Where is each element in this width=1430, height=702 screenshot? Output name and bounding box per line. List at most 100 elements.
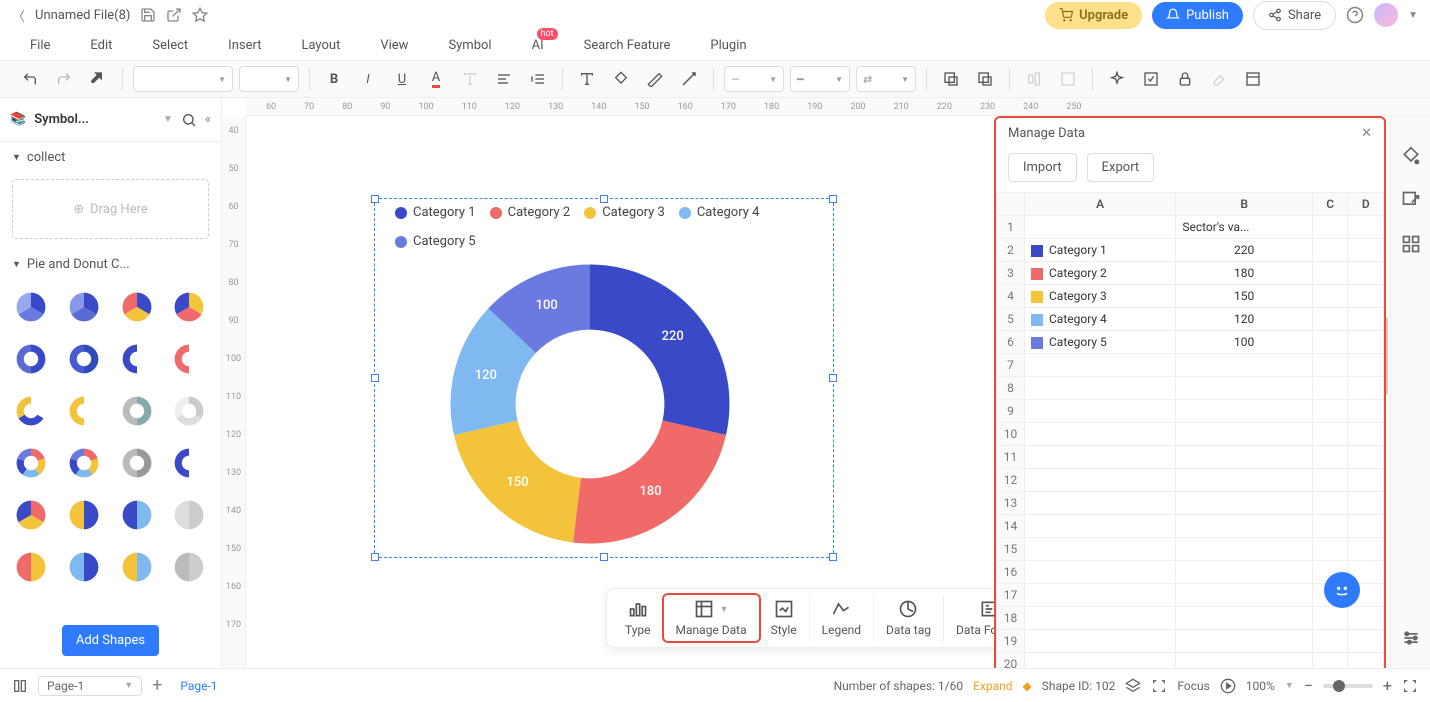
shape-thumb[interactable] [10,338,52,380]
chat-bubble-icon[interactable] [1324,572,1360,608]
shape-thumb[interactable] [116,442,158,484]
import-button[interactable]: Import [1008,153,1077,182]
resize-handle[interactable] [371,374,379,382]
ctx-manage-data[interactable]: ▼Manage Data [662,593,761,643]
ctx-style[interactable]: Style [759,595,810,641]
grid-icon[interactable] [1401,234,1421,254]
shape-thumb[interactable] [10,390,52,432]
publish-button[interactable]: Publish [1152,2,1243,29]
star-icon[interactable] [192,7,208,23]
drag-here-zone[interactable]: ⊕Drag Here [12,179,209,239]
tools-icon[interactable] [1205,65,1233,93]
resize-handle[interactable] [371,195,379,203]
sidebar-dropdown-icon[interactable]: ▼ [163,114,173,125]
shape-thumb[interactable] [10,494,52,536]
shape-thumb[interactable] [168,442,210,484]
shape-thumb[interactable] [168,494,210,536]
fill-icon[interactable] [607,65,635,93]
shape-thumb[interactable] [10,546,52,588]
focus-label[interactable]: Focus [1177,679,1209,693]
container-icon[interactable] [1239,65,1267,93]
selection-box[interactable]: Category 1Category 2Category 3Category 4… [374,198,834,558]
resize-handle[interactable] [829,195,837,203]
shape-thumb[interactable] [10,442,52,484]
resize-handle[interactable] [371,553,379,561]
ctx-data-tag[interactable]: Data tag [874,595,944,641]
shape-thumb[interactable] [63,546,105,588]
donut-chart[interactable]: 220180150120100 [435,249,745,559]
page-tab-active[interactable]: Page-1 [172,679,225,693]
menu-file[interactable]: File [30,38,50,53]
resize-handle[interactable] [829,553,837,561]
help-icon[interactable] [1346,6,1364,24]
effects-icon[interactable] [1103,65,1131,93]
ctx-type[interactable]: Type [613,595,664,641]
connector-icon[interactable] [675,65,703,93]
font-family-combo[interactable]: ▼ [133,66,233,92]
menu-edit[interactable]: Edit [90,38,112,53]
add-shapes-button[interactable]: Add Shapes [62,625,159,656]
shape-thumb[interactable] [116,546,158,588]
menu-search-feature[interactable]: Search Feature [584,38,671,53]
arrow-combo[interactable]: ⇄▼ [856,66,916,92]
menu-layout[interactable]: Layout [301,38,340,53]
export-button[interactable]: Export [1087,153,1155,182]
image-behind-icon[interactable] [937,65,965,93]
zoom-out-icon[interactable]: − [1304,676,1313,695]
underline-icon[interactable]: U [388,65,416,93]
align-objects-icon[interactable] [1020,65,1048,93]
highlight-icon[interactable] [456,65,484,93]
italic-icon[interactable]: I [354,65,382,93]
zoom-level[interactable]: 100% [1246,679,1275,693]
file-name[interactable]: Unnamed File(8) [35,8,130,23]
shape-thumb[interactable] [116,390,158,432]
page-select[interactable]: Page-1▼ [38,676,142,696]
line-style-combo[interactable]: —▼ [724,66,784,92]
shape-thumb[interactable] [116,338,158,380]
font-color-icon[interactable]: A [422,65,450,93]
shape-thumb[interactable] [168,546,210,588]
menu-insert[interactable]: Insert [228,38,261,53]
distribute-icon[interactable] [1054,65,1082,93]
shape-thumb[interactable] [116,286,158,328]
shape-thumb[interactable] [168,390,210,432]
settings-list-icon[interactable] [1401,628,1421,648]
edit-shape-icon[interactable] [1137,65,1165,93]
upgrade-button[interactable]: Upgrade [1045,2,1142,29]
line-weight-combo[interactable]: ━▼ [790,66,850,92]
align-icon[interactable] [490,65,518,93]
menu-view[interactable]: View [380,38,408,53]
diamond-icon[interactable]: ◆ [1023,679,1032,693]
collapse-sidebar-icon[interactable]: « [205,112,211,127]
redo-icon[interactable] [50,65,78,93]
shape-thumb[interactable] [63,286,105,328]
shape-thumb[interactable] [168,286,210,328]
section-pie-donut[interactable]: ▼Pie and Donut C... [0,249,221,280]
menu-ai[interactable]: AIhot [532,38,544,53]
user-menu-caret[interactable]: ▼ [1408,10,1418,21]
present-icon[interactable] [1220,678,1236,694]
shape-thumb[interactable] [63,494,105,536]
share-button[interactable]: Share [1253,1,1336,30]
line-spacing-icon[interactable] [524,65,552,93]
pages-icon[interactable] [12,678,28,694]
image-front-icon[interactable] [971,65,999,93]
ctx-legend[interactable]: Legend [810,595,874,641]
shape-thumb[interactable] [63,390,105,432]
layers-icon[interactable] [1125,678,1141,694]
section-collect[interactable]: ▼collect [0,142,221,173]
undo-icon[interactable] [16,65,44,93]
shape-thumb[interactable] [63,442,105,484]
fill-bucket-icon[interactable] [1401,146,1421,166]
search-icon[interactable] [181,112,197,128]
zoom-in-icon[interactable]: + [1383,676,1392,695]
user-avatar[interactable] [1374,3,1398,27]
font-size-combo[interactable]: ▼ [239,66,299,92]
open-external-icon[interactable] [166,7,182,23]
save-icon[interactable] [140,7,156,23]
bold-icon[interactable]: B [320,65,348,93]
close-icon[interactable]: ✕ [1361,126,1372,141]
fullscreen-icon[interactable] [1402,678,1418,694]
shape-thumb[interactable] [168,338,210,380]
lock-icon[interactable] [1171,65,1199,93]
